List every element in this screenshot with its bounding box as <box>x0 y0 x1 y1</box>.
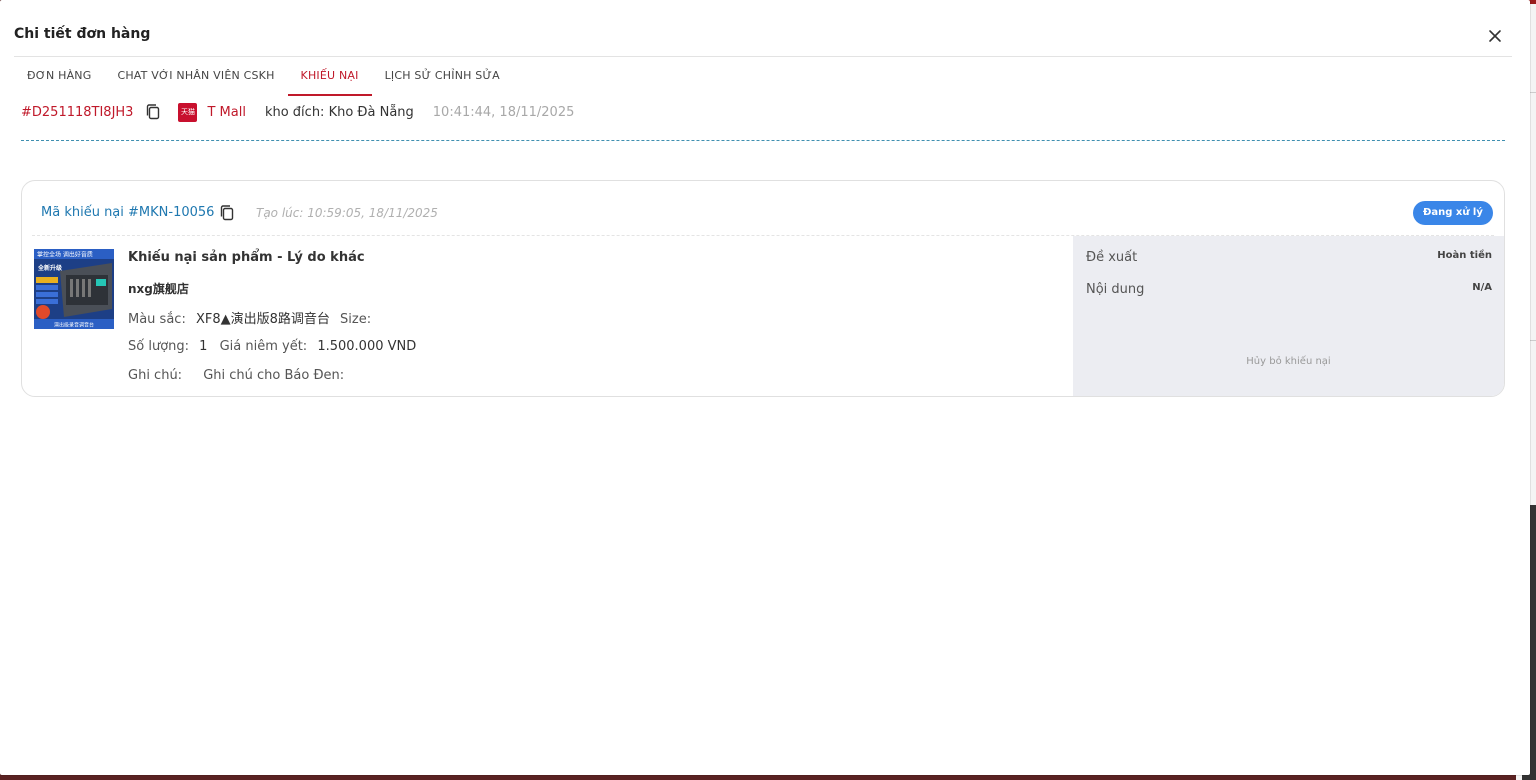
product-thumbnail[interactable]: 掌控全场 调出好音质 全新升级 演出级录音调音台 <box>34 249 114 329</box>
tmall-logo-icon: 天猫 <box>178 102 198 122</box>
platform-name: T Mall <box>207 104 246 120</box>
destination-warehouse: kho đích: Kho Đà Nẵng <box>264 104 414 120</box>
price-label: Giá niêm yết: <box>219 339 308 354</box>
complaint-created-time: Tạo lúc: 10:59:05, 18/11/2025 <box>256 206 438 220</box>
complaint-card-header: Mã khiếu nại #MKN-10056 Tạo lúc: 10:59:0… <box>22 181 1504 235</box>
cancel-complaint-button[interactable]: Hủy bỏ khiếu nại <box>1073 356 1504 367</box>
proposal-value: Hoàn tiền <box>1437 250 1492 261</box>
thumbnail-bottom-text: 演出级录音调音台 <box>54 322 94 329</box>
thumbnail-mid-text: 全新升级 <box>37 264 62 272</box>
quantity-price-row: Số lượng: 1 Giá niêm yết: 1.500.000 VND <box>128 339 416 354</box>
note-row: Ghi chú: Ghi chú cho Báo Đen: <box>128 368 344 383</box>
variant-row: Màu sắc: XF8▲演出版8路调音台 Size: <box>128 308 371 327</box>
tab-complaint[interactable]: KHIẾU NẠI <box>287 58 372 96</box>
thumbnail-top-text: 掌控全场 调出好音质 <box>37 251 93 259</box>
note-value: Ghi chú cho Báo Đen: <box>203 368 345 383</box>
order-detail-modal: Chi tiết đơn hàng ĐƠN HÀNG CHAT VỚI NHÂN… <box>0 0 1530 775</box>
note-label: Ghi chú: <box>128 368 183 383</box>
tab-chat-support[interactable]: CHAT VỚI NHÂN VIÊN CSKH <box>104 58 287 96</box>
shop-name: nxg旗舰店 <box>128 282 189 296</box>
section-divider <box>21 140 1505 141</box>
complaint-card: Mã khiếu nại #MKN-10056 Tạo lúc: 10:59:0… <box>21 180 1505 397</box>
price-value: 1.500.000 VND <box>317 339 417 354</box>
tab-order[interactable]: ĐƠN HÀNG <box>14 58 104 96</box>
order-summary-line: #D251118TI8JH3 天猫 T Mall kho đích: Kho Đ… <box>21 100 574 124</box>
tab-bar: ĐƠN HÀNG CHAT VỚI NHÂN VIÊN CSKH KHIẾU N… <box>14 58 513 96</box>
order-id: #D251118TI8JH3 <box>21 104 134 120</box>
color-label: Màu sắc: <box>128 312 186 327</box>
complaint-product-title: Khiếu nại sản phẩm - Lý do khác <box>128 250 365 265</box>
quantity-label: Số lượng: <box>128 339 190 354</box>
color-value: XF8▲演出版8路调音台 <box>195 312 330 327</box>
proposal-label: Đề xuất <box>1086 250 1138 265</box>
complaint-code: Mã khiếu nại #MKN-10056 <box>41 205 215 220</box>
quantity-value: 1 <box>199 339 208 354</box>
copy-icon[interactable] <box>219 204 235 222</box>
header-divider <box>14 56 1512 57</box>
complaint-side-panel: Đề xuất Hoàn tiền Nội dung N/A Hủy bỏ kh… <box>1073 236 1504 396</box>
tab-edit-history[interactable]: LỊCH SỬ CHỈNH SỬA <box>372 58 513 96</box>
close-icon[interactable] <box>1486 27 1504 45</box>
status-badge: Đang xử lý <box>1413 201 1493 225</box>
content-value: N/A <box>1472 282 1492 293</box>
content-label: Nội dung <box>1086 282 1145 297</box>
size-label: Size: <box>340 312 372 327</box>
modal-title: Chi tiết đơn hàng <box>14 26 151 42</box>
order-time: 10:41:44, 18/11/2025 <box>432 104 575 120</box>
copy-icon[interactable] <box>145 103 161 121</box>
